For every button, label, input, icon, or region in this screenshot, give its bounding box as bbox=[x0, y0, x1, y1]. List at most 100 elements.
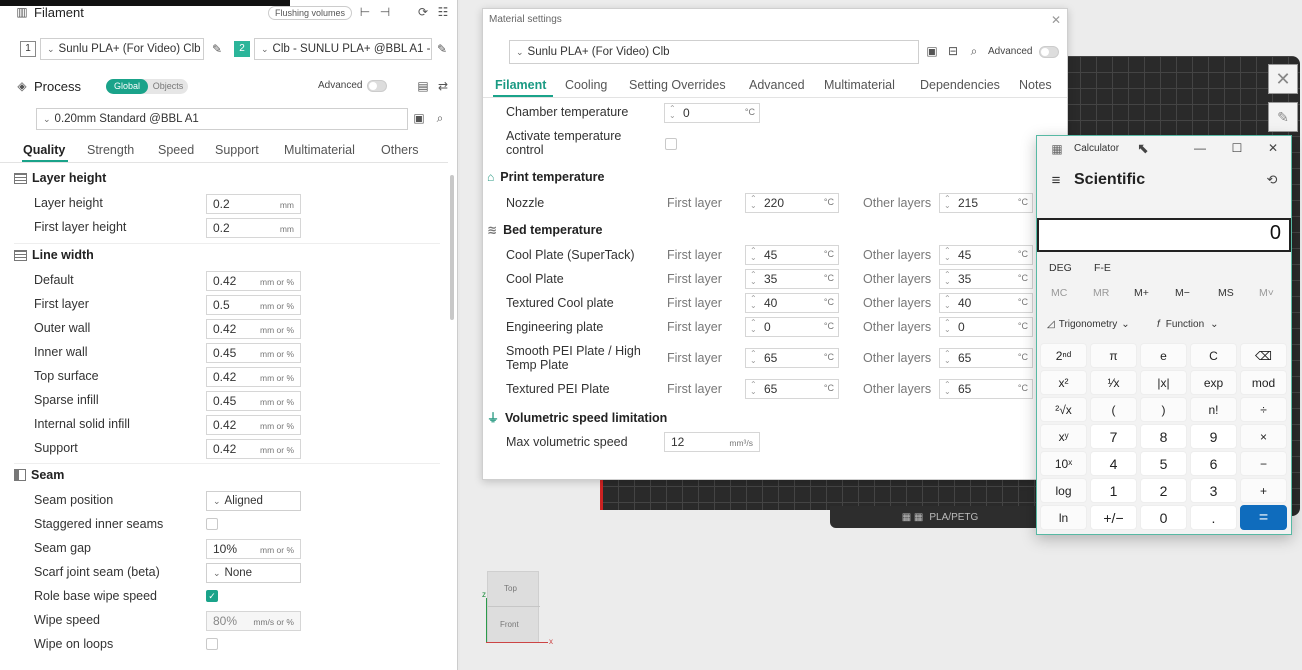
key-2nd[interactable]: 2ⁿᵈ bbox=[1040, 343, 1087, 368]
line-width-inner-wall-input[interactable]: 0.45 mm or % bbox=[206, 343, 301, 363]
key-abs[interactable]: |x| bbox=[1140, 370, 1187, 395]
key-8[interactable]: 8 bbox=[1140, 424, 1187, 449]
advanced-toggle[interactable] bbox=[367, 80, 387, 92]
key-ln[interactable]: ln bbox=[1040, 505, 1087, 530]
layer-height-input[interactable]: 0.2 mm bbox=[206, 194, 301, 214]
key-4[interactable]: 4 bbox=[1090, 451, 1137, 476]
advanced-toggle[interactable] bbox=[1039, 46, 1059, 58]
line-width-outer-wall-input[interactable]: 0.42 mm or % bbox=[206, 319, 301, 339]
add-filament-icon[interactable]: ⊢ bbox=[358, 5, 372, 19]
line-width-first-layer-input[interactable]: 0.5 mm or % bbox=[206, 295, 301, 315]
wipe-speed-input[interactable]: 80% mm/s or % bbox=[206, 611, 301, 631]
m-minus-button[interactable]: M− bbox=[1175, 287, 1190, 299]
nozzle-other-layers-input[interactable]: 215 °C bbox=[939, 193, 1033, 213]
key-7[interactable]: 7 bbox=[1090, 424, 1137, 449]
view-cube-top[interactable]: Top bbox=[504, 584, 517, 593]
staggered-seams-checkbox[interactable] bbox=[206, 518, 218, 530]
maximize-icon[interactable]: ☐ bbox=[1229, 141, 1245, 155]
nozzle-first-layer-input[interactable]: 220 °C bbox=[745, 193, 839, 213]
tab-others[interactable]: Others bbox=[381, 143, 419, 157]
scrollbar-thumb[interactable] bbox=[450, 175, 454, 320]
material-preset-select[interactable]: ⌄ Sunlu PLA+ (For Video) Clb bbox=[509, 40, 919, 64]
line-width-support-input[interactable]: 0.42 mm or % bbox=[206, 439, 301, 459]
key-factorial[interactable]: n! bbox=[1190, 397, 1237, 422]
fe-button[interactable]: F-E bbox=[1094, 262, 1111, 274]
remove-filament-icon[interactable]: ⊣ bbox=[378, 5, 392, 19]
filament-settings-icon[interactable]: ☷ bbox=[436, 5, 450, 19]
save-preset-icon[interactable]: ▣ bbox=[925, 44, 939, 58]
first-layer-height-input[interactable]: 0.2 mm bbox=[206, 218, 301, 238]
key-subtract[interactable]: − bbox=[1240, 451, 1287, 476]
trigonometry-dropdown[interactable]: ◿ Trigonometry ⌄ bbox=[1047, 319, 1130, 330]
tab-multimaterial[interactable]: Multimaterial bbox=[824, 78, 895, 92]
bed-other-layers-input[interactable]: 40 °C bbox=[939, 293, 1033, 313]
mc-button[interactable]: MC bbox=[1051, 287, 1067, 299]
bed-other-layers-input[interactable]: 35 °C bbox=[939, 269, 1033, 289]
tab-strength[interactable]: Strength bbox=[87, 143, 134, 157]
key-1[interactable]: 1 bbox=[1090, 478, 1137, 503]
key-reciprocal[interactable]: ¹⁄x bbox=[1090, 370, 1137, 395]
key-5[interactable]: 5 bbox=[1140, 451, 1187, 476]
bed-other-layers-input[interactable]: 65 °C bbox=[939, 379, 1033, 399]
key-pi[interactable]: π bbox=[1090, 343, 1137, 368]
key-equals[interactable]: = bbox=[1240, 505, 1287, 530]
memory-list-button[interactable]: M˅ bbox=[1259, 287, 1274, 299]
edit-filament-2-icon[interactable]: ✎ bbox=[435, 42, 449, 56]
tab-quality[interactable]: Quality bbox=[23, 143, 65, 157]
key-open-paren[interactable]: ( bbox=[1090, 397, 1137, 422]
activate-temp-checkbox[interactable] bbox=[665, 138, 677, 150]
key-sqrt[interactable]: ²√x bbox=[1040, 397, 1087, 422]
wipe-on-loops-checkbox[interactable] bbox=[206, 638, 218, 650]
mr-button[interactable]: MR bbox=[1093, 287, 1109, 299]
global-segment[interactable]: Global bbox=[106, 79, 148, 94]
process-preset-select[interactable]: ⌄ 0.20mm Standard @BBL A1 bbox=[36, 108, 408, 130]
bed-other-layers-input[interactable]: 45 °C bbox=[939, 245, 1033, 265]
key-backspace[interactable]: ⌫ bbox=[1240, 343, 1287, 368]
line-width-internal-solid-input[interactable]: 0.42 mm or % bbox=[206, 415, 301, 435]
key-exp[interactable]: exp bbox=[1190, 370, 1237, 395]
key-divide[interactable]: ÷ bbox=[1240, 397, 1287, 422]
compare-icon[interactable]: ▤ bbox=[416, 79, 430, 93]
tab-cooling[interactable]: Cooling bbox=[565, 78, 607, 92]
m-plus-button[interactable]: M+ bbox=[1134, 287, 1149, 299]
objects-segment[interactable]: Objects bbox=[148, 79, 188, 94]
view-cube[interactable]: Top Front bbox=[487, 571, 540, 643]
minimize-icon[interactable]: — bbox=[1192, 141, 1208, 155]
filament-2-select[interactable]: ⌄ Clb - SUNLU PLA+ @BBL A1 - ... bbox=[254, 38, 432, 60]
key-9[interactable]: 9 bbox=[1190, 424, 1237, 449]
process-settings-icon[interactable]: ⇄ bbox=[436, 79, 450, 93]
search-icon[interactable]: ⌕ bbox=[433, 111, 447, 125]
key-multiply[interactable]: × bbox=[1240, 424, 1287, 449]
close-view-icon[interactable]: ✕ bbox=[1268, 64, 1298, 94]
key-clear[interactable]: C bbox=[1190, 343, 1237, 368]
deg-button[interactable]: DEG bbox=[1049, 262, 1072, 274]
line-width-top-surface-input[interactable]: 0.42 mm or % bbox=[206, 367, 301, 387]
search-icon[interactable]: ⌕ bbox=[967, 44, 981, 58]
bed-first-layer-input[interactable]: 0 °C bbox=[745, 317, 839, 337]
tab-dependencies[interactable]: Dependencies bbox=[920, 78, 1000, 92]
delete-preset-icon[interactable]: ⊟ bbox=[946, 44, 960, 58]
tab-filament[interactable]: Filament bbox=[495, 78, 546, 92]
flushing-volumes-button[interactable]: Flushing volumes bbox=[268, 6, 353, 20]
ms-button[interactable]: MS bbox=[1218, 287, 1234, 299]
key-negate[interactable]: +/− bbox=[1090, 505, 1137, 530]
view-tool-icon[interactable]: ✎ bbox=[1268, 102, 1298, 132]
seam-position-select[interactable]: ⌄ Aligned bbox=[206, 491, 301, 511]
tab-setting-overrides[interactable]: Setting Overrides bbox=[629, 78, 726, 92]
key-close-paren[interactable]: ) bbox=[1140, 397, 1187, 422]
bed-first-layer-input[interactable]: 40 °C bbox=[745, 293, 839, 313]
bed-first-layer-input[interactable]: 65 °C bbox=[745, 348, 839, 368]
key-add[interactable]: + bbox=[1240, 478, 1287, 503]
save-preset-icon[interactable]: ▣ bbox=[412, 111, 426, 125]
bed-other-layers-input[interactable]: 65 °C bbox=[939, 348, 1033, 368]
bed-first-layer-input[interactable]: 65 °C bbox=[745, 379, 839, 399]
key-mod[interactable]: mod bbox=[1240, 370, 1287, 395]
bed-first-layer-input[interactable]: 35 °C bbox=[745, 269, 839, 289]
bed-other-layers-input[interactable]: 0 °C bbox=[939, 317, 1033, 337]
global-objects-switch[interactable]: Global Objects bbox=[106, 79, 188, 94]
key-0[interactable]: 0 bbox=[1140, 505, 1187, 530]
tab-speed[interactable]: Speed bbox=[158, 143, 194, 157]
key-3[interactable]: 3 bbox=[1190, 478, 1237, 503]
key-ten-power[interactable]: 10ˣ bbox=[1040, 451, 1087, 476]
close-icon[interactable]: ✕ bbox=[1049, 13, 1063, 27]
